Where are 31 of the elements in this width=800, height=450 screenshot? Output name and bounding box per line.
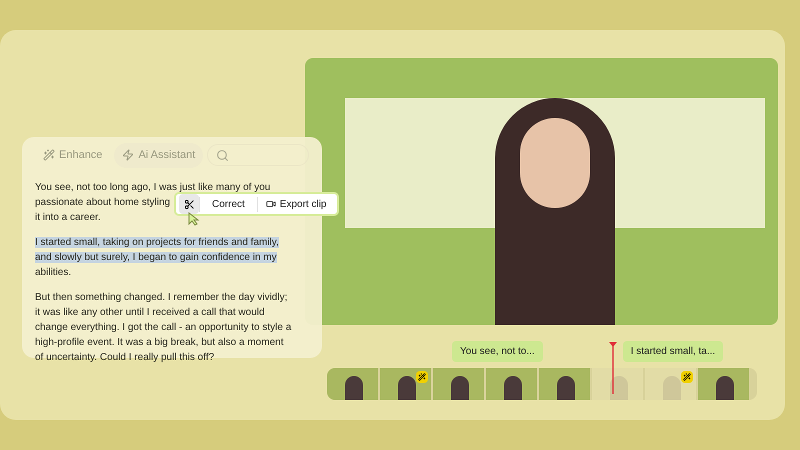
- person-silhouette: [557, 376, 575, 400]
- transcript-text-line: You see, not too long ago, I was just like many of you: [35, 182, 270, 192]
- person-silhouette: [663, 376, 681, 400]
- person-silhouette: [610, 376, 628, 400]
- transcript-text-line: passionate about home styling: [35, 196, 170, 208]
- transcript-text-line: it was like any other until I received a call that would: [35, 306, 265, 318]
- transcript-text-line: But then something changed. I remember the day vividly;: [35, 292, 288, 302]
- cut-button[interactable]: [179, 194, 199, 214]
- wand-badge-icon: [416, 371, 428, 383]
- playhead-icon: [609, 342, 617, 394]
- person-silhouette: [345, 376, 363, 400]
- person-silhouette: [716, 376, 734, 400]
- search-icon: [216, 148, 230, 162]
- person-silhouette: [398, 376, 416, 400]
- person-silhouette: [504, 376, 522, 400]
- correct-button[interactable]: Correct: [199, 196, 257, 212]
- scissors-icon: [184, 198, 194, 210]
- transcript-text-line: high-profile event. It was a big break, but also a moment: [35, 336, 284, 348]
- search-field[interactable]: [207, 144, 309, 166]
- export-clip-button[interactable]: Export clip: [256, 196, 334, 212]
- person-silhouette: [451, 376, 469, 400]
- caption-bubble[interactable]: I started small, ta...: [622, 341, 724, 362]
- wand-icon: [43, 149, 55, 162]
- lightning-icon: [122, 149, 134, 162]
- transcript-text-line: change everything. I got the call - an opportunity to style a: [35, 322, 292, 332]
- caption-bubble[interactable]: You see, not to...: [452, 341, 543, 362]
- transcript-text-line: it into a career.: [35, 212, 101, 222]
- transcript-text-line: abilities.: [35, 266, 72, 278]
- video-icon: [266, 199, 276, 209]
- wand-badge-icon: [681, 371, 693, 383]
- transcript-text-line: of uncertainty. Could I really pull this off?: [35, 352, 214, 362]
